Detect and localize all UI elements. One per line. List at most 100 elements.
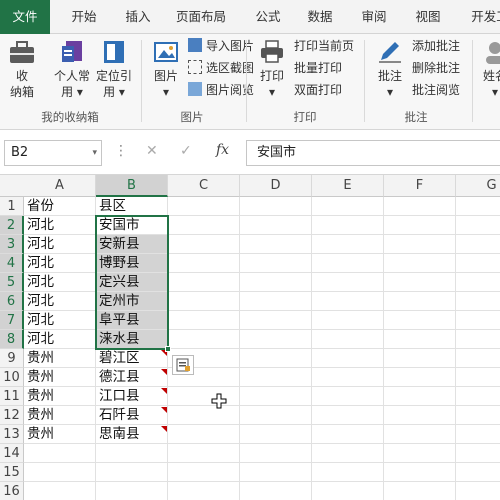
- cell-c14[interactable]: [168, 444, 240, 463]
- cell-a7[interactable]: 河北: [24, 311, 96, 330]
- delete-comment-button[interactable]: 删除批注: [412, 58, 460, 78]
- cell-e13[interactable]: [312, 425, 384, 444]
- row-header[interactable]: 16: [0, 482, 24, 500]
- row-header[interactable]: 3: [0, 235, 24, 254]
- region-screenshot-button[interactable]: 选区截图: [188, 58, 254, 78]
- cell-f14[interactable]: [384, 444, 456, 463]
- cell-c2[interactable]: [168, 216, 240, 235]
- cell-e3[interactable]: [312, 235, 384, 254]
- cell-f13[interactable]: [384, 425, 456, 444]
- cell-b13[interactable]: 思南县: [96, 425, 168, 444]
- cell-c13[interactable]: [168, 425, 240, 444]
- cell-c4[interactable]: [168, 254, 240, 273]
- cell-b15[interactable]: [96, 463, 168, 482]
- cell-g4[interactable]: [456, 254, 500, 273]
- formula-input[interactable]: 安国市: [246, 140, 500, 166]
- cell-b5[interactable]: 定兴县: [96, 273, 168, 292]
- cancel-icon[interactable]: ✕: [146, 143, 158, 159]
- cell-a15[interactable]: [24, 463, 96, 482]
- cell-e6[interactable]: [312, 292, 384, 311]
- row-header[interactable]: 6: [0, 292, 24, 311]
- cell-g14[interactable]: [456, 444, 500, 463]
- cell-e15[interactable]: [312, 463, 384, 482]
- cell-e11[interactable]: [312, 387, 384, 406]
- cell-f3[interactable]: [384, 235, 456, 254]
- cell-a13[interactable]: 贵州: [24, 425, 96, 444]
- cell-d4[interactable]: [240, 254, 312, 273]
- cell-d6[interactable]: [240, 292, 312, 311]
- cell-a4[interactable]: 河北: [24, 254, 96, 273]
- cell-a14[interactable]: [24, 444, 96, 463]
- locate-reference-button[interactable]: 定位引 用 ▾: [94, 38, 134, 100]
- row-header[interactable]: 1: [0, 197, 24, 216]
- cell-g12[interactable]: [456, 406, 500, 425]
- cell-c6[interactable]: [168, 292, 240, 311]
- tab-view[interactable]: 视图: [404, 0, 452, 34]
- batch-print-button[interactable]: 批量打印: [294, 58, 342, 78]
- cell-d8[interactable]: [240, 330, 312, 349]
- more-options-icon[interactable]: ⋮: [114, 143, 128, 159]
- cell-b4[interactable]: 博野县: [96, 254, 168, 273]
- cell-d10[interactable]: [240, 368, 312, 387]
- column-header-b[interactable]: B: [96, 175, 168, 197]
- cell-e9[interactable]: [312, 349, 384, 368]
- cell-b1[interactable]: 县区: [96, 197, 168, 216]
- cell-a12[interactable]: 贵州: [24, 406, 96, 425]
- comment-indicator-icon[interactable]: [161, 369, 167, 375]
- column-header-g[interactable]: G: [456, 175, 500, 197]
- cell-g1[interactable]: [456, 197, 500, 216]
- cell-g6[interactable]: [456, 292, 500, 311]
- cell-e5[interactable]: [312, 273, 384, 292]
- cell-b8[interactable]: 涞水县: [96, 330, 168, 349]
- cell-b9[interactable]: 碧江区: [96, 349, 168, 368]
- row-header[interactable]: 7: [0, 311, 24, 330]
- cell-c5[interactable]: [168, 273, 240, 292]
- cell-d7[interactable]: [240, 311, 312, 330]
- cell-c15[interactable]: [168, 463, 240, 482]
- tab-insert[interactable]: 插入: [112, 0, 164, 34]
- cell-f7[interactable]: [384, 311, 456, 330]
- cell-d3[interactable]: [240, 235, 312, 254]
- cell-f2[interactable]: [384, 216, 456, 235]
- collect-box-button[interactable]: 收 纳箱: [4, 38, 40, 100]
- comment-indicator-icon[interactable]: [161, 388, 167, 394]
- tab-file[interactable]: 文件: [0, 0, 50, 34]
- name-box[interactable]: B2 ▾: [4, 140, 102, 166]
- paste-options-button[interactable]: [172, 355, 194, 375]
- worksheet-grid[interactable]: A B C D E F G 1 省份 县区 2 河北 安国市 3 河北 安新县 4 河北 博野县 5 河北 定兴县 6 河北定…: [0, 175, 500, 500]
- cell-c11[interactable]: [168, 387, 240, 406]
- cell-g13[interactable]: [456, 425, 500, 444]
- cell-c8[interactable]: [168, 330, 240, 349]
- row-header[interactable]: 11: [0, 387, 24, 406]
- row-header[interactable]: 4: [0, 254, 24, 273]
- cell-e1[interactable]: [312, 197, 384, 216]
- cell-a3[interactable]: 河北: [24, 235, 96, 254]
- cell-d12[interactable]: [240, 406, 312, 425]
- cell-a2[interactable]: 河北: [24, 216, 96, 235]
- cell-a1[interactable]: 省份: [24, 197, 96, 216]
- insert-function-icon[interactable]: fx: [216, 142, 229, 158]
- cell-f9[interactable]: [384, 349, 456, 368]
- duplex-print-button[interactable]: 双面打印: [294, 80, 342, 100]
- cell-f6[interactable]: [384, 292, 456, 311]
- cell-a11[interactable]: 贵州: [24, 387, 96, 406]
- add-comment-button[interactable]: 添加批注: [412, 36, 460, 56]
- cell-b6[interactable]: 定州市: [96, 292, 168, 311]
- cell-e4[interactable]: [312, 254, 384, 273]
- cell-c7[interactable]: [168, 311, 240, 330]
- cell-d16[interactable]: [240, 482, 312, 500]
- column-header-e[interactable]: E: [312, 175, 384, 197]
- cell-d14[interactable]: [240, 444, 312, 463]
- tab-review[interactable]: 审阅: [350, 0, 398, 34]
- cell-d1[interactable]: [240, 197, 312, 216]
- cell-e7[interactable]: [312, 311, 384, 330]
- cell-c16[interactable]: [168, 482, 240, 500]
- cell-e16[interactable]: [312, 482, 384, 500]
- row-header[interactable]: 5: [0, 273, 24, 292]
- cell-f16[interactable]: [384, 482, 456, 500]
- cell-g10[interactable]: [456, 368, 500, 387]
- cell-g15[interactable]: [456, 463, 500, 482]
- cell-d11[interactable]: [240, 387, 312, 406]
- cell-g9[interactable]: [456, 349, 500, 368]
- cell-a6[interactable]: 河北: [24, 292, 96, 311]
